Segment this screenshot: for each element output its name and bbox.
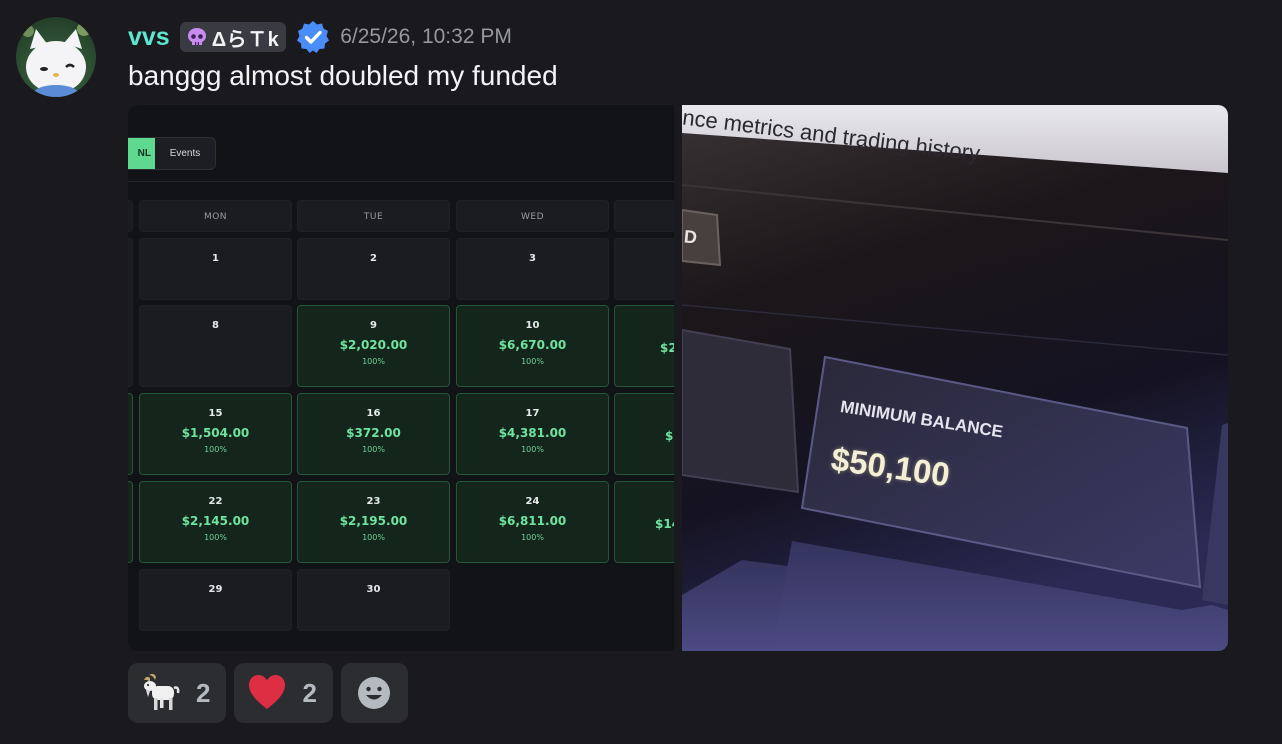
message-content: banggg almost doubled my funded [128,60,558,91]
avatar[interactable] [16,17,96,97]
day-win-rate: 100% [204,445,227,454]
day-pnl: $14 [655,517,674,531]
reaction-count: 2 [196,677,211,708]
day-win-rate: 100% [521,445,544,454]
calendar-cell: 15 $1,504.00 100% [139,393,292,475]
day-number: 16 [366,408,381,419]
calendar-day-header-thu [614,200,674,232]
photo-of-dashboard [682,105,1228,651]
day-number: 29 [208,584,223,595]
day-number: 3 [529,253,536,264]
calendar-cell: $ [614,393,674,475]
day-win-rate: 100% [521,533,544,542]
day-pnl: $4,381.00 [498,426,567,440]
reaction-heart[interactable]: 2 [234,663,333,723]
day-number: 9 [370,320,377,331]
day-number: 30 [366,584,381,595]
day-win-rate: 100% [362,445,385,454]
username[interactable]: vvs [128,23,170,52]
add-reaction-button[interactable] [340,663,408,723]
day-number: 10 [525,320,540,331]
day-number: 22 [208,496,223,507]
day-pnl: $2,195.00 [339,514,408,528]
reaction-goat[interactable]: 2 [128,663,227,723]
photo-button-fragment: D [683,226,698,248]
day-pnl: $2,020.00 [339,338,408,352]
calendar-day-header-tue: TUE [297,200,450,232]
calendar-day-header-sun [128,200,133,232]
day-win-rate: 100% [362,533,385,542]
day-win-rate: 100% [204,533,227,542]
hello-kitty-avatar-icon [22,22,91,97]
calendar-cell: 22 $2,145.00 100% [139,481,292,563]
day-pnl: $2,145.00 [181,514,250,528]
calendar-cell [128,481,133,563]
calendar-cell [128,305,133,387]
day-pnl: $1,504.00 [181,426,250,440]
day-number: 8 [212,320,219,331]
day-number: 15 [208,408,223,419]
calendar-cell [614,238,674,300]
calendar-toolbar: NL Events [128,105,674,182]
day-number: 2 [370,253,377,264]
heart-icon [246,672,288,714]
calendar-cell [128,393,133,475]
skull-icon [187,28,206,45]
day-pnl: $6,670.00 [498,338,567,352]
calendar-cell: 23 $2,195.00 100% [297,481,450,563]
day-pnl: $6,811.00 [498,514,567,528]
calendar-day-header-mon: MON [139,200,292,232]
day-win-rate: 100% [521,357,544,366]
toggle-pnl-option: NL [128,138,155,169]
calendar-cell: 17 $4,381.00 100% [456,393,609,475]
reactions-bar: 2 2 [128,663,408,723]
day-number: 1 [212,253,219,264]
calendar-cell: 2 [297,238,450,300]
server-tag-label: ΔらＴk [211,28,280,51]
server-tag[interactable]: ΔらＴk [179,22,287,52]
view-toggle: NL Events [128,137,216,170]
calendar-cell: 1 [139,238,292,300]
day-win-rate: 100% [362,357,385,366]
toggle-events-option: Events [169,148,201,159]
day-pnl: $372.00 [346,426,401,440]
calendar-cell: 24 $6,811.00 100% [456,481,609,563]
day-number: 24 [525,496,540,507]
image-attachment-calendar[interactable]: NL Events MON TUE WED 1 2 3 8 9 $2,020.0… [128,105,674,651]
calendar-cell: 8 [139,305,292,387]
add-reaction-smiley-icon [356,675,392,711]
calendar-cell: 30 [297,569,450,631]
calendar-cell: 9 $2,020.00 100% [297,305,450,387]
calendar-cell: $2 [614,305,674,387]
day-pnl: $ [665,429,674,443]
image-attachment-photo[interactable]: ance metrics and trading history D MINIM… [682,105,1228,651]
calendar-cell: 16 $372.00 100% [297,393,450,475]
verified-badge-icon [296,20,330,54]
calendar-day-header-wed: WED [456,200,609,232]
goat-icon [140,672,182,714]
day-number: 23 [366,496,381,507]
calendar-cell: 3 [456,238,609,300]
reaction-count: 2 [302,677,317,708]
day-number: 17 [525,408,540,419]
calendar-cell: 10 $6,670.00 100% [456,305,609,387]
calendar-cell: 29 [139,569,292,631]
chat-message: vvs ΔらＴk 6/25/26, 10:32 PM banggg almost… [0,0,1282,744]
message-header: vvs ΔらＴk 6/25/26, 10:32 PM [128,18,512,56]
calendar-cell: $14 [614,481,674,563]
message-timestamp[interactable]: 6/25/26, 10:32 PM [340,25,512,49]
day-pnl: $2 [660,341,674,355]
